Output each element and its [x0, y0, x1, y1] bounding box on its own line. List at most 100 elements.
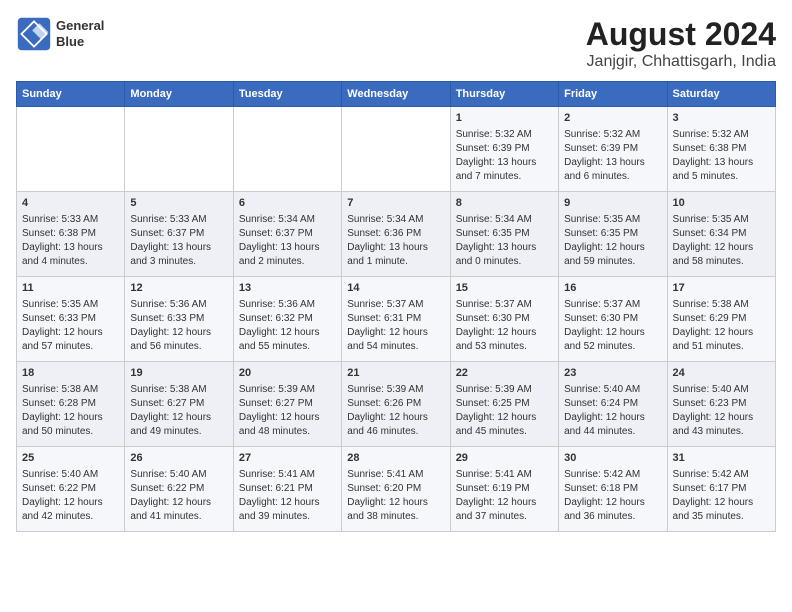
day-info: Sunset: 6:25 PM	[456, 397, 553, 411]
day-info: Daylight: 12 hours and 58 minutes.	[673, 241, 770, 269]
day-info: Sunrise: 5:35 AM	[673, 213, 770, 227]
day-number: 21	[347, 366, 444, 381]
day-info: Sunset: 6:23 PM	[673, 397, 770, 411]
calendar-cell: 7Sunrise: 5:34 AMSunset: 6:36 PMDaylight…	[342, 192, 450, 277]
page-header: General Blue August 2024 Janjgir, Chhatt…	[16, 16, 776, 71]
day-info: Daylight: 12 hours and 46 minutes.	[347, 411, 444, 439]
day-number: 16	[564, 281, 661, 296]
day-info: Sunrise: 5:39 AM	[239, 383, 336, 397]
day-info: Sunrise: 5:34 AM	[347, 213, 444, 227]
calendar-table: SundayMondayTuesdayWednesdayThursdayFrid…	[16, 81, 776, 532]
day-info: Sunrise: 5:38 AM	[130, 383, 227, 397]
day-info: Sunset: 6:30 PM	[564, 312, 661, 326]
calendar-cell: 23Sunrise: 5:40 AMSunset: 6:24 PMDayligh…	[559, 362, 667, 447]
calendar-cell: 21 Sunrise: 5:39 AMSunset: 6:26 PMDayligh…	[342, 362, 450, 447]
day-number: 8	[456, 196, 553, 211]
day-info: Sunset: 6:33 PM	[130, 312, 227, 326]
day-info: Sunset: 6:19 PM	[456, 482, 553, 496]
calendar-cell: 18Sunrise: 5:38 AMSunset: 6:28 PMDayligh…	[17, 362, 125, 447]
calendar-cell: 8Sunrise: 5:34 AMSunset: 6:35 PMDaylight…	[450, 192, 558, 277]
day-info: Sunrise: 5:34 AM	[239, 213, 336, 227]
day-number: 29	[456, 451, 553, 466]
day-info: Daylight: 12 hours and 54 minutes.	[347, 326, 444, 354]
day-number: 2	[564, 111, 661, 126]
day-number: 30	[564, 451, 661, 466]
day-header-monday: Monday	[125, 82, 233, 107]
logo: General Blue	[16, 16, 104, 52]
day-number: 27	[239, 451, 336, 466]
day-info: Sunrise: 5:37 AM	[456, 298, 553, 312]
day-info: Sunset: 6:24 PM	[564, 397, 661, 411]
day-info: Sunset: 6:29 PM	[673, 312, 770, 326]
calendar-cell: 6Sunrise: 5:34 AMSunset: 6:37 PMDaylight…	[233, 192, 341, 277]
calendar-cell: 13Sunrise: 5:36 AMSunset: 6:32 PMDayligh…	[233, 277, 341, 362]
day-number: 25	[22, 451, 119, 466]
day-number: 11	[22, 281, 119, 296]
calendar-cell: 12Sunrise: 5:36 AMSunset: 6:33 PMDayligh…	[125, 277, 233, 362]
day-info: Sunrise: 5:32 AM	[564, 128, 661, 142]
calendar-header-row: SundayMondayTuesdayWednesdayThursdayFrid…	[17, 82, 776, 107]
day-info: Daylight: 12 hours and 50 minutes.	[22, 411, 119, 439]
day-info: Daylight: 13 hours and 7 minutes.	[456, 156, 553, 184]
day-info: Daylight: 12 hours and 51 minutes.	[673, 326, 770, 354]
day-number: 5	[130, 196, 227, 211]
day-number: 1	[456, 111, 553, 126]
day-info: Sunset: 6:39 PM	[564, 142, 661, 156]
day-info: Daylight: 13 hours and 5 minutes.	[673, 156, 770, 184]
day-info: Daylight: 12 hours and 49 minutes.	[130, 411, 227, 439]
day-info: Sunset: 6:38 PM	[673, 142, 770, 156]
day-info: Sunset: 6:26 PM	[347, 397, 444, 411]
day-info: Sunrise: 5:41 AM	[456, 468, 553, 482]
day-info: Sunrise: 5:39 AM	[456, 383, 553, 397]
calendar-cell	[233, 107, 341, 192]
day-number: 24	[673, 366, 770, 381]
day-info: Daylight: 13 hours and 6 minutes.	[564, 156, 661, 184]
calendar-cell: 16Sunrise: 5:37 AMSunset: 6:30 PMDayligh…	[559, 277, 667, 362]
day-header-tuesday: Tuesday	[233, 82, 341, 107]
day-info: Sunrise: 5:41 AM	[239, 468, 336, 482]
day-number: 10	[673, 196, 770, 211]
day-info: Sunrise: 5:39 AM	[347, 383, 444, 397]
day-info: Sunrise: 5:34 AM	[456, 213, 553, 227]
calendar-cell: 3Sunrise: 5:32 AMSunset: 6:38 PMDaylight…	[667, 107, 775, 192]
calendar-week-2: 4Sunrise: 5:33 AMSunset: 6:38 PMDaylight…	[17, 192, 776, 277]
calendar-cell: 10Sunrise: 5:35 AMSunset: 6:34 PMDayligh…	[667, 192, 775, 277]
day-number: 28	[347, 451, 444, 466]
day-info: Daylight: 12 hours and 35 minutes.	[673, 496, 770, 524]
day-header-sunday: Sunday	[17, 82, 125, 107]
day-info: Sunrise: 5:33 AM	[22, 213, 119, 227]
day-info: Sunset: 6:22 PM	[22, 482, 119, 496]
day-info: Daylight: 12 hours and 38 minutes.	[347, 496, 444, 524]
calendar-cell: 4Sunrise: 5:33 AMSunset: 6:38 PMDaylight…	[17, 192, 125, 277]
calendar-cell: 29Sunrise: 5:41 AMSunset: 6:19 PMDayligh…	[450, 447, 558, 532]
day-info: Sunrise: 5:41 AM	[347, 468, 444, 482]
calendar-cell: 25Sunrise: 5:40 AMSunset: 6:22 PMDayligh…	[17, 447, 125, 532]
day-info: Sunrise: 5:33 AM	[130, 213, 227, 227]
day-info: Daylight: 12 hours and 42 minutes.	[22, 496, 119, 524]
calendar-cell: 9Sunrise: 5:35 AMSunset: 6:35 PMDaylight…	[559, 192, 667, 277]
day-number: 7	[347, 196, 444, 211]
day-info: Sunset: 6:32 PM	[239, 312, 336, 326]
day-info: Sunrise: 5:37 AM	[347, 298, 444, 312]
day-info: Sunset: 6:36 PM	[347, 227, 444, 241]
calendar-cell: 19 Sunrise: 5:38 AMSunset: 6:27 PMDayligh…	[125, 362, 233, 447]
day-info: Sunset: 6:38 PM	[22, 227, 119, 241]
day-info: Daylight: 12 hours and 43 minutes.	[673, 411, 770, 439]
day-info: Sunset: 6:27 PM	[130, 397, 227, 411]
calendar-cell: 22Sunrise: 5:39 AMSunset: 6:25 PMDayligh…	[450, 362, 558, 447]
day-header-thursday: Thursday	[450, 82, 558, 107]
day-info: Sunrise: 5:32 AM	[456, 128, 553, 142]
day-info: Daylight: 12 hours and 52 minutes.	[564, 326, 661, 354]
day-number: 26	[130, 451, 227, 466]
day-info: Daylight: 12 hours and 57 minutes.	[22, 326, 119, 354]
calendar-cell: 11Sunrise: 5:35 AMSunset: 6:33 PMDayligh…	[17, 277, 125, 362]
day-info: Daylight: 12 hours and 56 minutes.	[130, 326, 227, 354]
day-info: Daylight: 12 hours and 41 minutes.	[130, 496, 227, 524]
day-number: 19	[130, 366, 227, 381]
calendar-cell: 14Sunrise: 5:37 AMSunset: 6:31 PMDayligh…	[342, 277, 450, 362]
calendar-cell	[17, 107, 125, 192]
day-info: Sunset: 6:28 PM	[22, 397, 119, 411]
logo-line1: General	[56, 18, 104, 34]
day-info: Sunrise: 5:42 AM	[564, 468, 661, 482]
calendar-week-5: 25Sunrise: 5:40 AMSunset: 6:22 PMDayligh…	[17, 447, 776, 532]
